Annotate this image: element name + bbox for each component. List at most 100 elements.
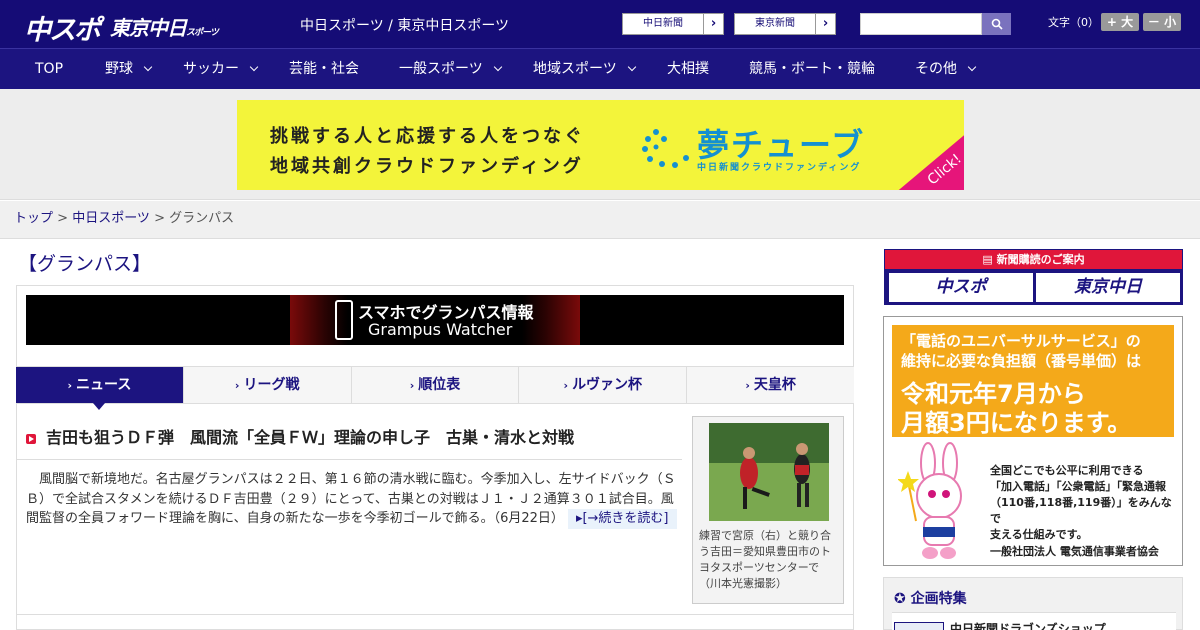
photo-caption: 練習で宮原（右）と競り合う吉田＝愛知県豊田市のトヨタスポーツセンターで（川本光憲… [699,529,831,590]
ad-line1: 挑戦する人と応援する人をつなぐ [270,126,585,147]
article-title[interactable]: 吉田も狙うＤＦ弾 風間流「全員ＦＷ」理論の申し子 古巣・清水と対戦 [26,428,686,448]
subscription-banner[interactable]: ▤ 新聞購読のご案内 中スポ 東京中日 [884,249,1183,305]
divider [16,459,682,460]
font-bigger-button[interactable]: + 大 [1101,13,1139,31]
tab-label: 順位表 [418,377,461,393]
breadcrumb-sep: > [149,211,170,226]
paper-label: 中日新聞 [643,18,683,29]
font-size-label: 文字（0） [1048,16,1099,29]
feature-thumbnail[interactable] [894,622,944,630]
tab-label: ニュース [76,377,132,393]
uni-line1b: 維持に必要な負担額（番号単価）は [901,352,1142,370]
nav-top[interactable]: TOP [35,49,63,90]
nav-other[interactable]: その他 [915,49,977,90]
tab-levain-cup[interactable]: › ルヴァン杯 [519,367,688,403]
breadcrumb: トップ > 中日スポーツ > グランパス [0,201,1200,239]
tab-label: ルヴァン杯 [572,377,643,393]
uni-text: 支える仕組みです。 [990,528,1088,541]
crowdfunding-ad-banner[interactable]: 挑戦する人と応援する人をつなぐ 地域共創クラウドファンディング 夢チューブ 中日… [237,100,964,190]
uni-text: 「加入電話」「公衆電話」「緊急通報 [990,480,1166,493]
subscription-header: ▤ 新聞購読のご案内 [885,250,1182,269]
section-title: 【グランパス】 [18,253,152,275]
tab-standings[interactable]: › 順位表 [351,367,520,403]
universal-service-ad[interactable]: 「電話のユニバーサルサービス」の 維持に必要な負担額（番号単価）は 令和元年7月… [883,316,1183,566]
smartphone-icon [335,300,353,340]
click-text: Click! [924,151,964,189]
nav-local-sports[interactable]: 地域スポーツ [533,49,636,90]
chevron-right-icon: › [234,379,240,392]
nav-label: 芸能・社会 [289,61,359,77]
newspaper-icon: ▤ [982,253,997,266]
tab-emperors-cup[interactable]: › 天皇杯 [687,367,854,403]
chevron-right-icon: › [815,14,835,34]
ad-line2: 地域共創クラウドファンディング [270,156,584,177]
chevron-right-icon: › [409,379,415,392]
nav-label: 競馬・ボート・競輪 [749,61,875,77]
search-icon [991,18,1003,30]
search-button[interactable] [982,13,1011,35]
font-smaller-button[interactable]: － 小 [1143,13,1181,31]
read-more-link[interactable]: ▸[→続きを読む] [567,509,677,529]
article-title-text: 吉田も狙うＤＦ弾 風間流「全員ＦＷ」理論の申し子 古巣・清水と対戦 [46,428,575,447]
feature-box: ✪ 企画特集 中日新聞ドラゴンズショップ [883,577,1183,630]
tab-label: リーグ戦 [243,377,300,393]
breadcrumb-home[interactable]: トップ [14,211,53,226]
ad-sub: 中日新聞クラウドファンディング [697,163,862,173]
nav-entertainment[interactable]: 芸能・社会 [289,49,359,90]
chevron-right-icon: › [745,379,750,392]
tokyo-logo-small: スポーツ [186,28,219,38]
nav-soccer[interactable]: サッカー [183,49,259,90]
breadcrumb-section[interactable]: 中日スポーツ [72,211,150,226]
nav-label: TOP [35,61,64,77]
nav-label: 地域スポーツ [533,61,617,77]
chunichi-sports-logo[interactable]: 中スポ [24,8,101,47]
uni-text: （110番,118番,119番）」をみんなで [990,496,1172,525]
grampus-watcher-banner[interactable]: スマホでグランパス情報 Grampus Watcher [26,295,844,345]
nav-label: サッカー [183,61,239,77]
chevron-down-icon [493,62,502,72]
banner-line2: Grampus Watcher [368,320,513,339]
tab-league[interactable]: › リーグ戦 [183,367,352,403]
divider [16,614,854,615]
feature-title: 企画特集 [910,591,967,607]
tokyo-chunichi-logo[interactable]: 東京中日スポーツ [110,12,219,41]
article-body: 風間脳で新境地だ。名古屋グランパスは２２日、第１６節の清水戦に臨む。今季加入し、… [26,470,686,529]
ribbon-icon: ✪ [894,591,911,607]
feature-heading: ✪ 企画特集 [894,588,967,608]
nav-label: 大相撲 [667,61,709,77]
dots-logo-icon [642,129,689,168]
main-nav: TOP 野球 サッカー 芸能・社会 一般スポーツ 地域スポーツ 大相撲 競馬・ボ… [0,48,1200,89]
header: 中スポ 東京中日スポーツ 中日スポーツ / 東京中日スポーツ 中日新聞 › 東京新… [0,0,1200,48]
nav-general-sports[interactable]: 一般スポーツ [399,49,502,90]
uni-description: 全国どこでも公平に利用できる 「加入電話」「公衆電話」「緊急通報 （110番,1… [990,463,1182,543]
chevron-down-icon [967,62,977,72]
breadcrumb-sep: > [53,211,73,226]
nav-baseball[interactable]: 野球 [105,49,153,90]
tab-label: 天皇杯 [753,377,796,393]
chunichi-shimbun-link[interactable]: 中日新聞 › [622,13,724,35]
chevron-down-icon [627,62,636,72]
news-tabs: › ニュース › リーグ戦 › 順位表 › ルヴァン杯 › 天皇杯 [16,366,854,410]
chevron-down-icon [249,62,259,72]
chevron-right-icon: › [703,14,723,34]
paper-label: 東京新聞 [755,18,795,29]
bullet-icon [26,434,36,444]
uni-line1: 「電話のユニバーサルサービス」の [901,332,1141,350]
chevron-right-icon: › [563,379,569,392]
tab-news[interactable]: › ニュース [16,367,184,410]
subscribe-chunichi-sports[interactable]: 中スポ [889,273,1033,302]
ad-click-badge: Click! [889,120,964,190]
tokyo-shimbun-link[interactable]: 東京新聞 › [734,13,836,35]
uni-org: 一般社団法人 電気通信事業者協会 [990,545,1159,558]
nav-label: その他 [915,61,957,77]
nav-racing[interactable]: 競馬・ボート・競輪 [749,49,875,90]
site-title[interactable]: 中日スポーツ / 東京中日スポーツ [300,15,509,35]
nav-sumo[interactable]: 大相撲 [667,49,709,90]
subscribe-tokyo-chunichi[interactable]: 東京中日 [1036,273,1180,302]
uni-line3: 月額3円になります。 [901,409,1132,437]
article-photo[interactable] [709,423,829,521]
subscription-label: 新聞購読のご案内 [996,253,1085,266]
rabbit-mascot-icon [898,442,962,559]
feature-item[interactable]: 中日新聞ドラゴンズショップ [950,620,1106,630]
search-input[interactable] [860,13,982,35]
